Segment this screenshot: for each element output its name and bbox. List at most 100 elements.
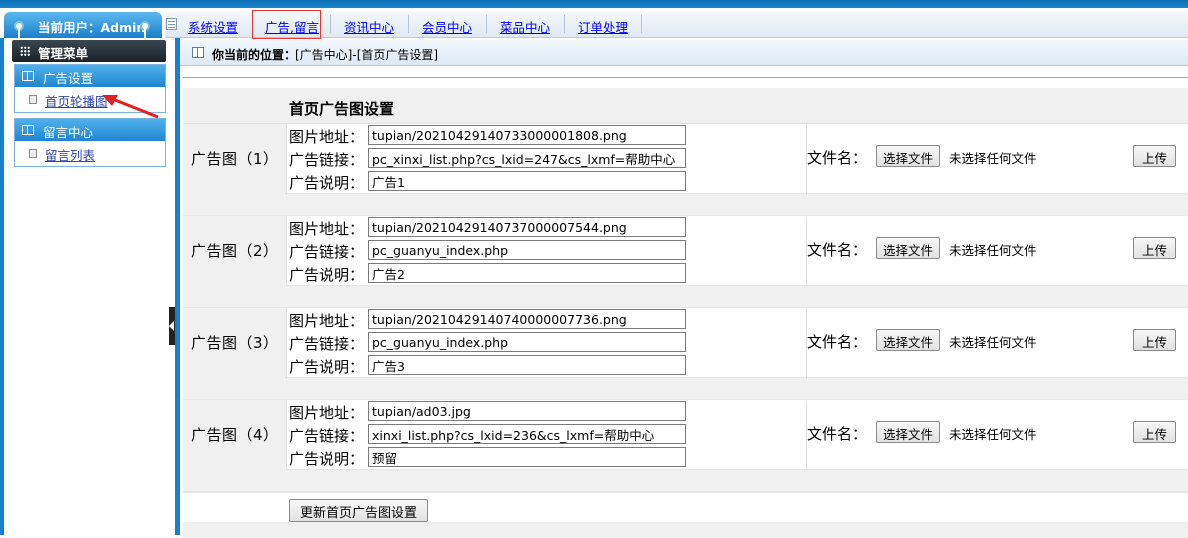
sidebar-item-label[interactable]: 留言列表 (45, 145, 95, 164)
nav-divider (564, 15, 565, 33)
row-spacer (183, 286, 1188, 308)
sidebar-group-header[interactable]: 留言中心 (15, 119, 165, 141)
nav-order-processing[interactable]: 订单处理 (578, 17, 628, 36)
field-label: 广告说明： (289, 358, 365, 376)
nav-divider (408, 15, 409, 33)
field-label: 图片地址： (289, 404, 365, 422)
file-upload: 文件名： 选择文件 未选择任何文件 上传 (807, 216, 1188, 286)
row-spacer (183, 194, 1188, 216)
ad-desc-input[interactable] (368, 171, 686, 191)
ad-name: 广告图（1） (191, 150, 279, 168)
footer-fill (183, 522, 1188, 538)
ad-link-input[interactable] (368, 240, 686, 260)
nav-news-center[interactable]: 资讯中心 (344, 17, 394, 36)
image-field: 图片地址： (289, 309, 807, 331)
ad-fields: 图片地址： 广告链接： 广告说明： (289, 401, 807, 471)
file-label: 文件名： (807, 241, 868, 259)
ad-row: 广告图（2） 图片地址： 广告链接： 广告说明： 文件名： 选择文件 未选择任何… (183, 216, 1188, 287)
menu-header: 管理菜单 (12, 40, 166, 62)
desc-field: 广告说明： (289, 263, 807, 285)
form-header: 首页广告图设置 (183, 88, 1188, 124)
form-actions: 更新首页广告图设置 (183, 492, 1188, 522)
pin-icon (140, 21, 150, 41)
link-field: 广告链接： (289, 240, 807, 262)
ad-name: 广告图（4） (191, 426, 279, 444)
file-label: 文件名： (807, 333, 868, 351)
sidebar-item-message-list[interactable]: 留言列表 (15, 141, 165, 166)
upload-button[interactable]: 上传 (1133, 237, 1177, 259)
ad-name-cell: 广告图（1） (183, 124, 287, 194)
field-label: 广告链接： (289, 427, 365, 445)
page-icon (29, 149, 37, 158)
nav-divider (641, 15, 642, 33)
ad-name: 广告图（3） (191, 334, 279, 352)
row-spacer (183, 470, 1188, 492)
ad-name-cell: 广告图（3） (183, 308, 287, 378)
field-label: 广告说明： (289, 174, 365, 192)
ad-fields: 图片地址： 广告链接： 广告说明： (289, 217, 807, 287)
row-spacer (183, 378, 1188, 400)
desc-field: 广告说明： (289, 447, 807, 469)
choose-file-button[interactable]: 选择文件 (876, 145, 941, 167)
upload-button[interactable]: 上传 (1133, 145, 1177, 167)
grid-icon (20, 46, 30, 56)
nav-divider (330, 15, 331, 33)
desc-field: 广告说明： (289, 171, 807, 193)
file-label: 文件名： (807, 425, 868, 443)
breadcrumb: 你当前的位置： [广告中心]-[首页广告设置] (180, 40, 1188, 66)
no-file-text: 未选择任何文件 (949, 427, 1037, 442)
form-title: 首页广告图设置 (289, 100, 395, 118)
image-field: 图片地址： (289, 217, 807, 239)
ad-name-cell: 广告图（4） (183, 400, 287, 470)
image-path-input[interactable] (368, 401, 686, 421)
ad-name-cell: 广告图（2） (183, 216, 287, 286)
field-label: 广告链接： (289, 151, 365, 169)
image-path-input[interactable] (368, 125, 686, 145)
image-path-input[interactable] (368, 217, 686, 237)
sidebar-group-header[interactable]: 广告设置 (15, 65, 165, 87)
link-field: 广告链接： (289, 332, 807, 354)
breadcrumb-label: 你当前的位置： (212, 48, 297, 62)
field-label: 广告说明： (289, 450, 365, 468)
ad-desc-input[interactable] (368, 355, 686, 375)
image-path-input[interactable] (368, 309, 686, 329)
nav-system-settings[interactable]: 系统设置 (188, 17, 238, 36)
ad-fields: 图片地址： 广告链接： 广告说明： (289, 309, 807, 379)
sidebar-item-label[interactable]: 首页轮播图 (45, 91, 108, 110)
ad-settings-form: 首页广告图设置 广告图（1） 图片地址： 广告链接： 广告说明： 文件名： 选择… (183, 88, 1188, 538)
field-label: 图片地址： (289, 312, 365, 330)
ad-link-input[interactable] (368, 332, 686, 352)
pin-icon (14, 21, 24, 41)
active-nav-highlight (252, 10, 321, 39)
upload-button[interactable]: 上传 (1133, 329, 1177, 351)
ad-link-input[interactable] (368, 424, 686, 444)
book-icon (22, 125, 34, 135)
ad-name: 广告图（2） (191, 242, 279, 260)
ad-row: 广告图（3） 图片地址： 广告链接： 广告说明： 文件名： 选择文件 未选择任何… (183, 308, 1188, 379)
list-icon (166, 18, 177, 30)
ad-link-input[interactable] (368, 148, 686, 168)
image-field: 图片地址： (289, 125, 807, 147)
current-user: 当前用户：Admin (38, 20, 146, 35)
nav-dish-center[interactable]: 菜品中心 (500, 17, 550, 36)
ad-desc-input[interactable] (368, 263, 686, 283)
ad-desc-input[interactable] (368, 447, 686, 467)
upload-button[interactable]: 上传 (1133, 421, 1177, 443)
divider (183, 77, 1188, 78)
nav-member-center[interactable]: 会员中心 (422, 17, 472, 36)
breadcrumb-path: [广告中心]-[首页广告设置] (295, 48, 439, 62)
nav-divider (486, 15, 487, 33)
choose-file-button[interactable]: 选择文件 (876, 329, 941, 351)
link-field: 广告链接： (289, 424, 807, 446)
choose-file-button[interactable]: 选择文件 (876, 421, 941, 443)
ad-row: 广告图（1） 图片地址： 广告链接： 广告说明： 文件名： 选择文件 未选择任何… (183, 124, 1188, 195)
file-upload: 文件名： 选择文件 未选择任何文件 上传 (807, 308, 1188, 378)
choose-file-button[interactable]: 选择文件 (876, 237, 941, 259)
menu-title: 管理菜单 (38, 46, 89, 61)
no-file-text: 未选择任何文件 (949, 243, 1037, 258)
field-label: 图片地址： (289, 128, 365, 146)
frame-divider (175, 38, 180, 535)
field-label: 广告链接： (289, 335, 365, 353)
field-label: 广告说明： (289, 266, 365, 284)
update-settings-button[interactable]: 更新首页广告图设置 (289, 499, 429, 522)
